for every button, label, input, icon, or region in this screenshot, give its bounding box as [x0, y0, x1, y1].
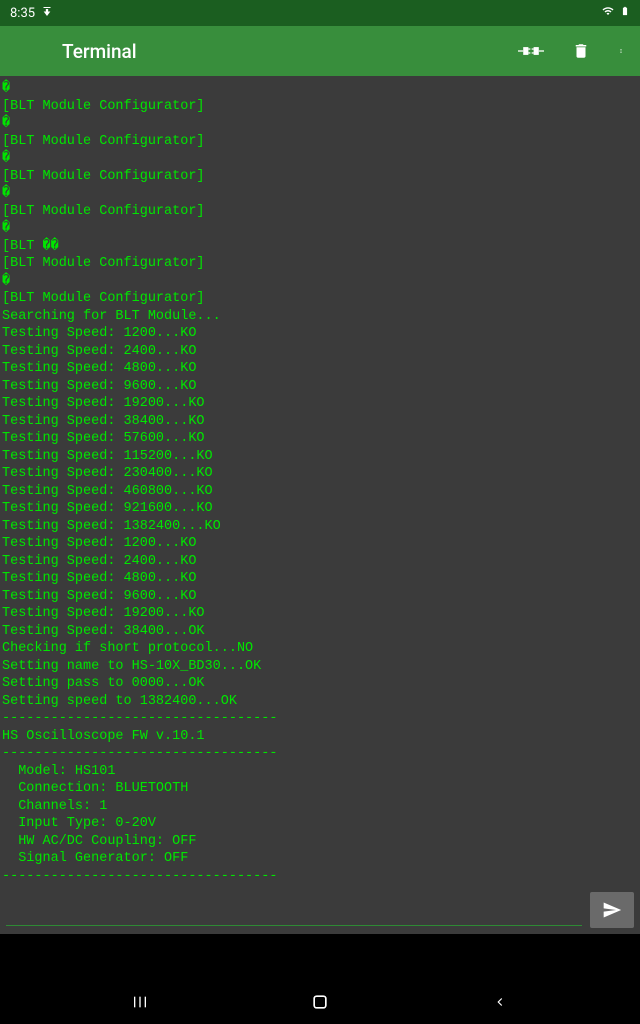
terminal-line: Channels: 1 — [2, 798, 638, 816]
more-icon[interactable] — [618, 41, 624, 61]
terminal-line: [BLT �� — [2, 238, 638, 256]
status-time: 8:35 — [10, 6, 35, 21]
terminal-line: Searching for BLT Module... — [2, 308, 638, 326]
terminal-line: Connection: BLUETOOTH — [2, 780, 638, 798]
terminal-line: � — [2, 220, 638, 238]
macro-row: M1M2M3M4M5M6M7M8M9M10 — [2, 885, 638, 888]
terminal-line: [BLT Module Configurator] — [2, 255, 638, 273]
terminal-line: [BLT Module Configurator] — [2, 168, 638, 186]
terminal-line: Testing Speed: 2400...KO — [2, 553, 638, 571]
terminal-line: Testing Speed: 9600...KO — [2, 588, 638, 606]
terminal-line: Setting speed to 1382400...OK — [2, 693, 638, 711]
wifi-icon — [600, 5, 616, 21]
terminal-line: HW AC/DC Coupling: OFF — [2, 833, 638, 851]
terminal-line: � — [2, 185, 638, 203]
terminal-line: Setting pass to 0000...OK — [2, 675, 638, 693]
terminal-line: Testing Speed: 230400...KO — [2, 465, 638, 483]
app-title: Terminal — [62, 40, 137, 63]
download-icon — [41, 5, 53, 21]
terminal-line: Testing Speed: 115200...KO — [2, 448, 638, 466]
terminal-line: [BLT Module Configurator] — [2, 203, 638, 221]
connect-icon[interactable] — [518, 42, 544, 60]
terminal-line: [BLT Module Configurator] — [2, 98, 638, 116]
terminal-line: Testing Speed: 1200...KO — [2, 325, 638, 343]
terminal-line: Signal Generator: OFF — [2, 850, 638, 868]
terminal-line: � — [2, 273, 638, 291]
terminal-line: Model: HS101 — [2, 763, 638, 781]
terminal-output[interactable]: �[BLT Module Configurator]�[BLT Module C… — [0, 76, 640, 888]
terminal-line: Input Type: 0-20V — [2, 815, 638, 833]
home-button[interactable] — [280, 992, 360, 1012]
terminal-line: [BLT Module Configurator] — [2, 133, 638, 151]
input-row — [0, 888, 640, 934]
menu-icon[interactable] — [16, 46, 36, 56]
terminal-line: Testing Speed: 4800...KO — [2, 360, 638, 378]
terminal-line: Testing Speed: 1200...KO — [2, 535, 638, 553]
status-bar: 8:35 — [0, 0, 640, 26]
terminal-line: Testing Speed: 9600...KO — [2, 378, 638, 396]
terminal-line: ---------------------------------- — [2, 868, 638, 886]
terminal-line: Testing Speed: 2400...KO — [2, 343, 638, 361]
terminal-line: Testing Speed: 38400...KO — [2, 413, 638, 431]
terminal-line: Testing Speed: 57600...KO — [2, 430, 638, 448]
terminal-line: Checking if short protocol...NO — [2, 640, 638, 658]
back-button[interactable] — [460, 993, 540, 1011]
terminal-line: [BLT Module Configurator] — [2, 290, 638, 308]
terminal-line: Testing Speed: 38400...OK — [2, 623, 638, 641]
terminal-line: HS Oscilloscope FW v.10.1 — [2, 728, 638, 746]
battery-icon — [620, 4, 630, 22]
terminal-line: Setting name to HS-10X_BD30...OK — [2, 658, 638, 676]
send-button[interactable] — [590, 892, 634, 928]
terminal-line: � — [2, 115, 638, 133]
terminal-line: Testing Speed: 19200...KO — [2, 605, 638, 623]
terminal-line: � — [2, 80, 638, 98]
bottom-gap — [0, 934, 640, 980]
terminal-line: Testing Speed: 921600...KO — [2, 500, 638, 518]
command-input[interactable] — [6, 894, 582, 926]
terminal-line: Testing Speed: 4800...KO — [2, 570, 638, 588]
terminal-line: � — [2, 150, 638, 168]
terminal-line: ---------------------------------- — [2, 745, 638, 763]
terminal-line: Testing Speed: 460800...KO — [2, 483, 638, 501]
terminal-line: Testing Speed: 19200...KO — [2, 395, 638, 413]
terminal-line: ---------------------------------- — [2, 710, 638, 728]
recent-apps-button[interactable] — [100, 994, 180, 1010]
app-bar: Terminal — [0, 26, 640, 76]
trash-icon[interactable] — [572, 41, 590, 61]
terminal-line: Testing Speed: 1382400...KO — [2, 518, 638, 536]
android-nav-bar — [0, 980, 640, 1024]
